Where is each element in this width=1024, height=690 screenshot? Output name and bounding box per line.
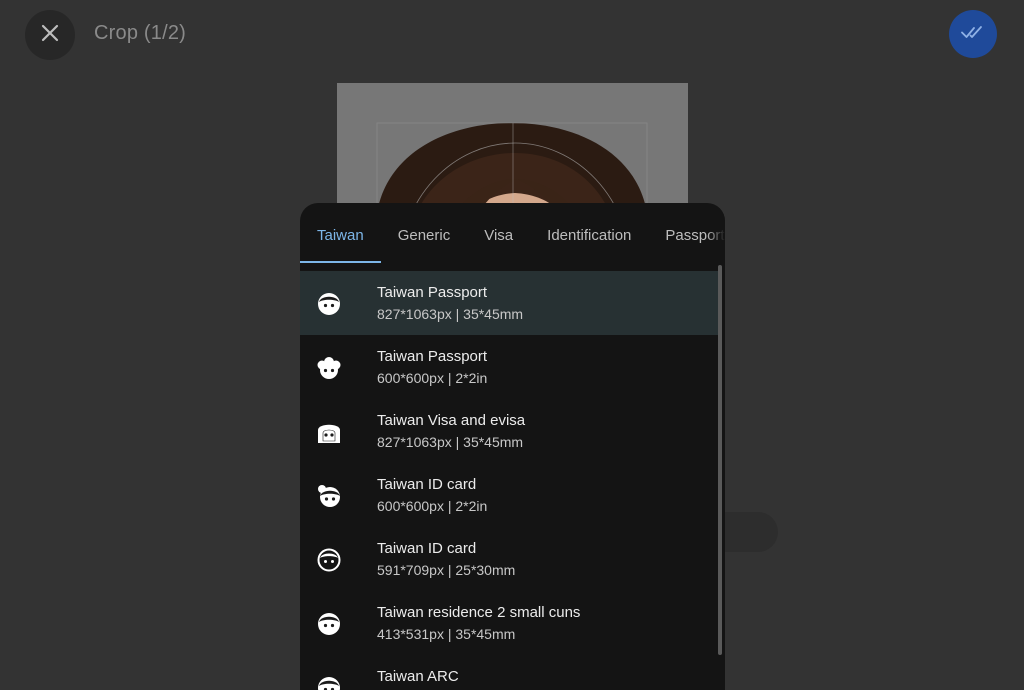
list-item[interactable]: Taiwan residence 2 small cuns 413*531px …	[300, 591, 718, 655]
tab-taiwan[interactable]: Taiwan	[300, 203, 381, 263]
page-title: Crop (1/2)	[94, 22, 187, 44]
list-scrollbar[interactable]	[718, 265, 722, 655]
close-button[interactable]	[25, 10, 75, 60]
crop-screen: Crop (1/2) Taiwan Generic Visa Identific…	[0, 0, 1024, 690]
face-icon	[316, 291, 342, 317]
item-name: Taiwan Passport	[377, 284, 488, 301]
list-item[interactable]: Taiwan Passport 827*1063px | 35*45mm	[300, 271, 718, 335]
list-item[interactable]: Taiwan ARC	[300, 655, 718, 690]
template-sheet: Taiwan Generic Visa Identification Passp…	[300, 203, 725, 690]
list-item[interactable]: Taiwan ID card 591*709px | 25*30mm	[300, 527, 718, 591]
item-spec: 591*709px | 25*30mm	[377, 562, 516, 578]
face-long-hair-icon	[316, 419, 342, 445]
item-name: Taiwan ID card	[377, 476, 477, 493]
list-item[interactable]: Taiwan ID card 600*600px | 2*2in	[300, 463, 718, 527]
confirm-button[interactable]	[949, 10, 997, 58]
item-name: Taiwan residence 2 small cuns	[377, 604, 581, 621]
double-check-icon	[961, 24, 985, 45]
item-name: Taiwan Passport	[377, 348, 488, 365]
tab-generic[interactable]: Generic	[381, 203, 468, 263]
close-icon	[41, 24, 59, 47]
face-icon	[316, 611, 342, 637]
face-icon	[316, 675, 342, 690]
category-tabs: Taiwan Generic Visa Identification Passp…	[300, 203, 725, 263]
tabs-fade	[707, 203, 725, 263]
item-spec: 413*531px | 35*45mm	[377, 626, 516, 642]
item-name: Taiwan ID card	[377, 540, 477, 557]
item-name: Taiwan ARC	[377, 668, 459, 685]
item-spec: 600*600px | 2*2in	[377, 498, 488, 514]
list-item[interactable]: Taiwan Passport 600*600px | 2*2in	[300, 335, 718, 399]
item-name: Taiwan Visa and evisa	[377, 412, 526, 429]
tab-visa[interactable]: Visa	[467, 203, 530, 263]
template-list: Taiwan Passport 827*1063px | 35*45mm Tai…	[300, 271, 718, 690]
tab-identification[interactable]: Identification	[530, 203, 648, 263]
face-curly-hair-icon	[316, 355, 342, 381]
face-bun-hair-icon	[316, 483, 342, 509]
item-spec: 827*1063px | 35*45mm	[377, 434, 524, 450]
list-item[interactable]: Taiwan Visa and evisa 827*1063px | 35*45…	[300, 399, 718, 463]
face-icon	[316, 547, 342, 573]
item-spec: 827*1063px | 35*45mm	[377, 306, 524, 322]
item-spec: 600*600px | 2*2in	[377, 370, 488, 386]
